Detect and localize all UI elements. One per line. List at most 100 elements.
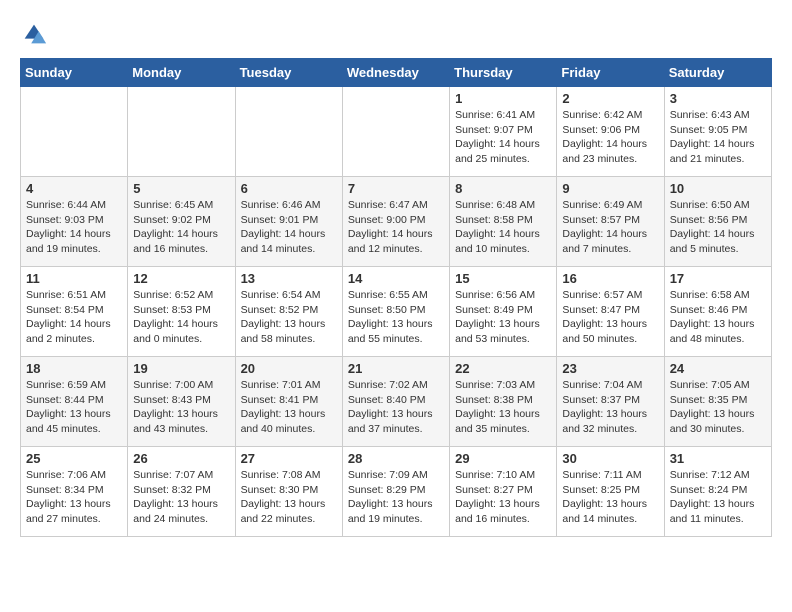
calendar-cell: 15 Sunrise: 6:56 AM Sunset: 8:49 PM Dayli… xyxy=(450,267,557,357)
cell-content: Sunrise: 6:43 AM Sunset: 9:05 PM Dayligh… xyxy=(670,108,766,167)
header-tuesday: Tuesday xyxy=(235,59,342,87)
calendar-cell xyxy=(235,87,342,177)
cell-content: Sunrise: 6:44 AM Sunset: 9:03 PM Dayligh… xyxy=(26,198,122,257)
day-number: 17 xyxy=(670,271,766,286)
day-number: 30 xyxy=(562,451,658,466)
day-number: 27 xyxy=(241,451,337,466)
header-saturday: Saturday xyxy=(664,59,771,87)
calendar-cell: 11 Sunrise: 6:51 AM Sunset: 8:54 PM Dayli… xyxy=(21,267,128,357)
day-number: 22 xyxy=(455,361,551,376)
day-number: 10 xyxy=(670,181,766,196)
day-number: 9 xyxy=(562,181,658,196)
calendar-cell: 5 Sunrise: 6:45 AM Sunset: 9:02 PM Daylig… xyxy=(128,177,235,267)
calendar-cell: 25Sunrise: 7:06 AM Sunset: 8:34 PM Dayli… xyxy=(21,447,128,537)
day-number: 18 xyxy=(26,361,122,376)
day-number: 2 xyxy=(562,91,658,106)
calendar-cell: 28Sunrise: 7:09 AM Sunset: 8:29 PM Dayli… xyxy=(342,447,449,537)
cell-content: Sunrise: 6:46 AM Sunset: 9:01 PM Dayligh… xyxy=(241,198,337,257)
cell-content: Sunrise: 6:58 AM Sunset: 8:46 PM Dayligh… xyxy=(670,288,766,347)
calendar-cell: 12 Sunrise: 6:52 AM Sunset: 8:53 PM Dayli… xyxy=(128,267,235,357)
calendar-cell: 16 Sunrise: 6:57 AM Sunset: 8:47 PM Dayli… xyxy=(557,267,664,357)
cell-content: Sunrise: 7:08 AM Sunset: 8:30 PM Dayligh… xyxy=(241,468,337,527)
calendar-week-3: 11 Sunrise: 6:51 AM Sunset: 8:54 PM Dayli… xyxy=(21,267,772,357)
cell-content: Sunrise: 6:56 AM Sunset: 8:49 PM Dayligh… xyxy=(455,288,551,347)
day-number: 5 xyxy=(133,181,229,196)
day-number: 21 xyxy=(348,361,444,376)
calendar-cell xyxy=(21,87,128,177)
calendar-cell: 17 Sunrise: 6:58 AM Sunset: 8:46 PM Dayli… xyxy=(664,267,771,357)
header-wednesday: Wednesday xyxy=(342,59,449,87)
page-header xyxy=(20,20,772,48)
logo-icon xyxy=(20,20,48,48)
calendar-cell: 13Sunrise: 6:54 AM Sunset: 8:52 PM Dayli… xyxy=(235,267,342,357)
calendar-cell xyxy=(128,87,235,177)
calendar-cell: 20Sunrise: 7:01 AM Sunset: 8:41 PM Dayli… xyxy=(235,357,342,447)
calendar-week-2: 4 Sunrise: 6:44 AM Sunset: 9:03 PM Daylig… xyxy=(21,177,772,267)
calendar-cell: 27 Sunrise: 7:08 AM Sunset: 8:30 PM Dayli… xyxy=(235,447,342,537)
cell-content: Sunrise: 6:52 AM Sunset: 8:53 PM Dayligh… xyxy=(133,288,229,347)
calendar-cell: 1 Sunrise: 6:41 AM Sunset: 9:07 PM Daylig… xyxy=(450,87,557,177)
cell-content: Sunrise: 7:04 AM Sunset: 8:37 PM Dayligh… xyxy=(562,378,658,437)
day-number: 23 xyxy=(562,361,658,376)
calendar-cell: 6Sunrise: 6:46 AM Sunset: 9:01 PM Daylig… xyxy=(235,177,342,267)
cell-content: Sunrise: 7:06 AM Sunset: 8:34 PM Dayligh… xyxy=(26,468,122,527)
day-number: 20 xyxy=(241,361,337,376)
cell-content: Sunrise: 6:47 AM Sunset: 9:00 PM Dayligh… xyxy=(348,198,444,257)
day-number: 12 xyxy=(133,271,229,286)
calendar-table: SundayMondayTuesdayWednesdayThursdayFrid… xyxy=(20,58,772,537)
calendar-cell: 21 Sunrise: 7:02 AM Sunset: 8:40 PM Dayli… xyxy=(342,357,449,447)
calendar-cell: 24Sunrise: 7:05 AM Sunset: 8:35 PM Dayli… xyxy=(664,357,771,447)
day-number: 13 xyxy=(241,271,337,286)
calendar-cell: 22Sunrise: 7:03 AM Sunset: 8:38 PM Dayli… xyxy=(450,357,557,447)
header-thursday: Thursday xyxy=(450,59,557,87)
calendar-header-row: SundayMondayTuesdayWednesdayThursdayFrid… xyxy=(21,59,772,87)
header-sunday: Sunday xyxy=(21,59,128,87)
cell-content: Sunrise: 6:50 AM Sunset: 8:56 PM Dayligh… xyxy=(670,198,766,257)
calendar-cell: 19Sunrise: 7:00 AM Sunset: 8:43 PM Dayli… xyxy=(128,357,235,447)
calendar-cell: 9 Sunrise: 6:49 AM Sunset: 8:57 PM Daylig… xyxy=(557,177,664,267)
calendar-cell: 2 Sunrise: 6:42 AM Sunset: 9:06 PM Daylig… xyxy=(557,87,664,177)
calendar-cell: 29 Sunrise: 7:10 AM Sunset: 8:27 PM Dayli… xyxy=(450,447,557,537)
cell-content: Sunrise: 6:57 AM Sunset: 8:47 PM Dayligh… xyxy=(562,288,658,347)
calendar-cell xyxy=(342,87,449,177)
day-number: 4 xyxy=(26,181,122,196)
cell-content: Sunrise: 7:02 AM Sunset: 8:40 PM Dayligh… xyxy=(348,378,444,437)
calendar-cell: 23 Sunrise: 7:04 AM Sunset: 8:37 PM Dayli… xyxy=(557,357,664,447)
day-number: 31 xyxy=(670,451,766,466)
calendar-cell: 4 Sunrise: 6:44 AM Sunset: 9:03 PM Daylig… xyxy=(21,177,128,267)
day-number: 11 xyxy=(26,271,122,286)
cell-content: Sunrise: 7:11 AM Sunset: 8:25 PM Dayligh… xyxy=(562,468,658,527)
day-number: 8 xyxy=(455,181,551,196)
cell-content: Sunrise: 7:00 AM Sunset: 8:43 PM Dayligh… xyxy=(133,378,229,437)
calendar-cell: 10 Sunrise: 6:50 AM Sunset: 8:56 PM Dayli… xyxy=(664,177,771,267)
cell-content: Sunrise: 7:09 AM Sunset: 8:29 PM Dayligh… xyxy=(348,468,444,527)
day-number: 16 xyxy=(562,271,658,286)
header-friday: Friday xyxy=(557,59,664,87)
cell-content: Sunrise: 7:10 AM Sunset: 8:27 PM Dayligh… xyxy=(455,468,551,527)
day-number: 1 xyxy=(455,91,551,106)
cell-content: Sunrise: 6:55 AM Sunset: 8:50 PM Dayligh… xyxy=(348,288,444,347)
calendar-cell: 31Sunrise: 7:12 AM Sunset: 8:24 PM Dayli… xyxy=(664,447,771,537)
day-number: 15 xyxy=(455,271,551,286)
calendar-cell: 26 Sunrise: 7:07 AM Sunset: 8:32 PM Dayli… xyxy=(128,447,235,537)
cell-content: Sunrise: 6:41 AM Sunset: 9:07 PM Dayligh… xyxy=(455,108,551,167)
day-number: 7 xyxy=(348,181,444,196)
calendar-cell: 3 Sunrise: 6:43 AM Sunset: 9:05 PM Daylig… xyxy=(664,87,771,177)
cell-content: Sunrise: 6:51 AM Sunset: 8:54 PM Dayligh… xyxy=(26,288,122,347)
day-number: 26 xyxy=(133,451,229,466)
day-number: 29 xyxy=(455,451,551,466)
cell-content: Sunrise: 6:49 AM Sunset: 8:57 PM Dayligh… xyxy=(562,198,658,257)
cell-content: Sunrise: 7:07 AM Sunset: 8:32 PM Dayligh… xyxy=(133,468,229,527)
logo xyxy=(20,20,52,48)
cell-content: Sunrise: 6:45 AM Sunset: 9:02 PM Dayligh… xyxy=(133,198,229,257)
calendar-cell: 7 Sunrise: 6:47 AM Sunset: 9:00 PM Daylig… xyxy=(342,177,449,267)
day-number: 14 xyxy=(348,271,444,286)
calendar-cell: 14 Sunrise: 6:55 AM Sunset: 8:50 PM Dayli… xyxy=(342,267,449,357)
cell-content: Sunrise: 6:42 AM Sunset: 9:06 PM Dayligh… xyxy=(562,108,658,167)
calendar-week-1: 1 Sunrise: 6:41 AM Sunset: 9:07 PM Daylig… xyxy=(21,87,772,177)
cell-content: Sunrise: 6:48 AM Sunset: 8:58 PM Dayligh… xyxy=(455,198,551,257)
cell-content: Sunrise: 7:05 AM Sunset: 8:35 PM Dayligh… xyxy=(670,378,766,437)
day-number: 3 xyxy=(670,91,766,106)
header-monday: Monday xyxy=(128,59,235,87)
calendar-cell: 30 Sunrise: 7:11 AM Sunset: 8:25 PM Dayli… xyxy=(557,447,664,537)
